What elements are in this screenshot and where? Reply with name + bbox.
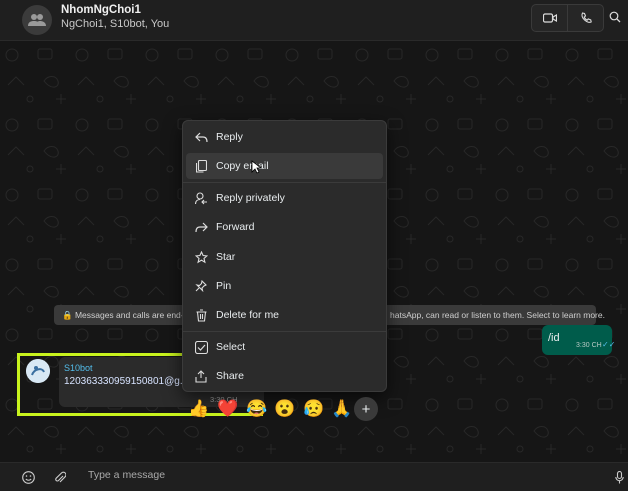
menu-divider [183,182,386,183]
menu-item-forward[interactable]: Forward [186,214,383,240]
share-icon [186,369,216,383]
menu-item-reply[interactable]: Reply [186,124,383,150]
voice-call-icon[interactable] [567,5,603,31]
message-input[interactable]: Type a message [88,469,165,481]
menu-item-label: Pin [216,280,232,292]
reply-icon [186,132,216,143]
reaction-heart[interactable]: ❤️ [217,395,238,423]
video-call-icon[interactable] [532,5,567,31]
reaction-pray[interactable]: 🙏 [331,395,352,423]
menu-divider [183,331,386,332]
outgoing-message[interactable]: /id 3:30 CH ✓✓ [542,325,616,355]
group-avatar-icon[interactable] [22,5,52,35]
pin-icon [186,280,216,292]
chat-title[interactable]: NhomNgChoi1 [61,4,141,16]
sender-name[interactable]: S10bot [64,363,93,373]
reaction-wow[interactable]: 😮 [274,395,295,423]
message-context-menu: Reply Copy email Reply privately Forward… [182,120,387,392]
mouse-cursor-icon [251,160,261,174]
menu-item-label: Star [216,251,236,263]
encryption-notice-start: 🔒 Messages and calls are end-to- [62,310,194,320]
reaction-sad[interactable]: 😥 [303,395,324,423]
star-icon [186,250,216,264]
menu-item-label: Reply privately [216,192,285,204]
chat-participants[interactable]: NgChoi1, S10bot, You [61,18,169,30]
menu-item-label: Share [216,370,245,382]
reply-privately-icon [186,191,216,205]
menu-item-label: Forward [216,221,255,233]
chat-header: NhomNgChoi1 NgChoi1, S10bot, You [0,0,628,41]
copy-icon [186,159,216,173]
reaction-thumbs-up[interactable]: 👍 [188,395,209,423]
menu-item-copy-email[interactable]: Copy email [186,153,383,179]
menu-item-label: Reply [216,131,243,143]
reaction-bar: 👍 ❤️ 😂 😮 😥 🙏 + [182,393,385,427]
trash-icon [186,308,216,322]
encryption-notice-end: hatsApp, can read or listen to them. Sel… [390,310,605,320]
composer: Type a message [0,462,628,491]
menu-item-delete-for-me[interactable]: Delete for me [186,302,383,328]
menu-item-label: Delete for me [216,309,280,321]
forward-icon [186,222,216,233]
menu-item-reply-privately[interactable]: Reply privately [186,185,383,211]
call-buttons [531,4,604,32]
microphone-icon[interactable] [611,469,627,485]
more-reactions-button[interactable]: + [354,397,378,421]
menu-item-star[interactable]: Star [186,244,383,270]
message-text[interactable]: 120363330959150801@g.us [64,376,193,387]
menu-item-pin[interactable]: Pin [186,273,383,299]
menu-item-share[interactable]: Share [186,363,383,389]
menu-item-label: Select [216,341,246,353]
menu-item-select[interactable]: Select [186,334,383,360]
emoji-icon[interactable] [20,469,36,485]
select-checkbox-icon [186,340,216,354]
message-text: /id [548,332,560,344]
reaction-laugh[interactable]: 😂 [246,395,267,423]
attach-icon[interactable] [52,469,68,485]
search-icon[interactable] [606,8,624,26]
sender-avatar[interactable] [26,359,50,383]
message-time: 3:30 CH [576,342,602,349]
read-receipt-icon: ✓✓ [602,340,616,349]
